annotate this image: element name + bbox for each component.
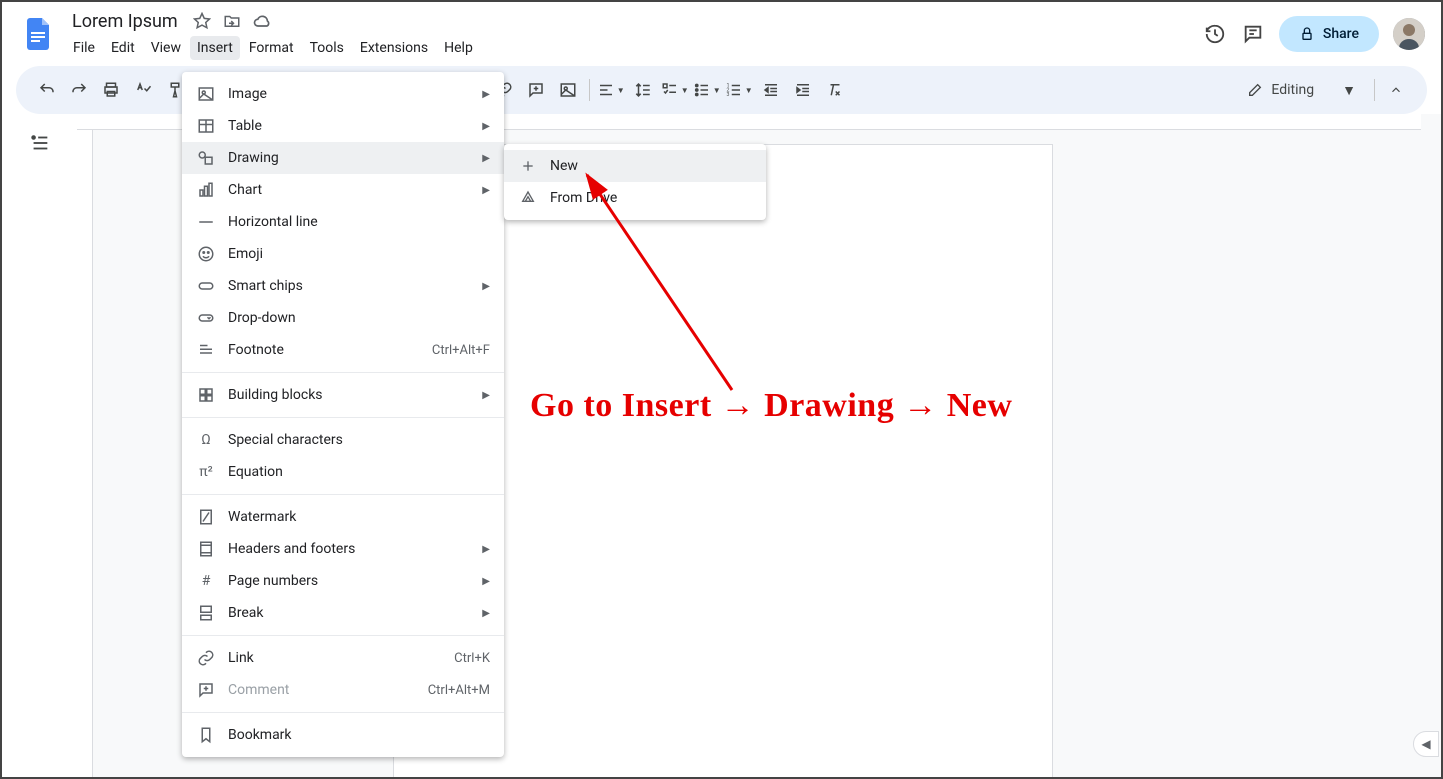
chevron-right-icon: ▶ (482, 89, 490, 100)
menu-insert[interactable]: Insert (190, 36, 240, 60)
checklist-icon[interactable]: ▼ (660, 75, 690, 105)
numbered-list-icon[interactable]: 123▼ (724, 75, 754, 105)
chart-icon (196, 180, 216, 200)
drawing-from-drive[interactable]: From Drive (504, 182, 766, 214)
avatar[interactable] (1393, 18, 1425, 50)
chevron-right-icon: ▶ (482, 185, 490, 196)
insert-dropdown: Image▶ Table▶ Drawing▶ Chart▶ Horizontal… (182, 72, 504, 757)
menu-help[interactable]: Help (437, 36, 480, 60)
chevron-right-icon: ▶ (482, 281, 490, 292)
bullet-list-icon[interactable]: ▼ (692, 75, 722, 105)
emoji-icon (196, 244, 216, 264)
pencil-icon (1247, 82, 1263, 98)
footnote-icon (196, 340, 216, 360)
insert-page-numbers[interactable]: #Page numbers▶ (182, 565, 504, 597)
insert-footnote[interactable]: FootnoteCtrl+Alt+F (182, 334, 504, 366)
undo-icon[interactable] (32, 75, 62, 105)
chevron-right-icon: ▶ (482, 390, 490, 401)
menu-edit[interactable]: Edit (104, 36, 142, 60)
side-panel-toggle[interactable]: ◀ (1413, 731, 1439, 757)
chevron-right-icon: ▶ (482, 576, 490, 587)
chevron-right-icon: ▶ (482, 121, 490, 132)
insert-comment: CommentCtrl+Alt+M (182, 674, 504, 706)
add-comment-icon[interactable] (521, 75, 551, 105)
lock-icon (1299, 26, 1315, 42)
omega-icon: Ω (196, 430, 216, 450)
cloud-icon[interactable] (252, 11, 272, 31)
break-icon (196, 603, 216, 623)
insert-smart-chips[interactable]: Smart chips▶ (182, 270, 504, 302)
pi-icon: π² (196, 462, 216, 482)
insert-building-blocks[interactable]: Building blocks▶ (182, 379, 504, 411)
clear-format-icon[interactable] (820, 75, 850, 105)
line-spacing-icon[interactable] (628, 75, 658, 105)
hash-icon: # (196, 571, 216, 591)
comments-icon[interactable] (1241, 22, 1265, 46)
insert-image-icon[interactable] (553, 75, 583, 105)
insert-dropdown-chip[interactable]: Drop-down (182, 302, 504, 334)
hline-icon (196, 212, 216, 232)
insert-hline[interactable]: Horizontal line (182, 206, 504, 238)
table-icon (196, 116, 216, 136)
spellcheck-icon[interactable] (128, 75, 158, 105)
blocks-icon (196, 385, 216, 405)
insert-emoji[interactable]: Emoji (182, 238, 504, 270)
align-icon[interactable]: ▼ (596, 75, 626, 105)
insert-headers-footers[interactable]: Headers and footers▶ (182, 533, 504, 565)
link-icon (196, 648, 216, 668)
plus-icon (518, 156, 538, 176)
share-button[interactable]: Share (1279, 16, 1379, 52)
outline-icon[interactable] (25, 128, 55, 158)
editing-mode-button[interactable]: Editing ▼ (1235, 76, 1368, 105)
insert-watermark[interactable]: Watermark (182, 501, 504, 533)
insert-bookmark[interactable]: Bookmark (182, 719, 504, 751)
menu-format[interactable]: Format (242, 36, 301, 60)
insert-break[interactable]: Break▶ (182, 597, 504, 629)
headers-icon (196, 539, 216, 559)
star-icon[interactable] (192, 11, 212, 31)
increase-indent-icon[interactable] (788, 75, 818, 105)
chip-icon (196, 276, 216, 296)
chevron-right-icon: ▶ (482, 153, 490, 164)
docs-logo[interactable] (18, 14, 58, 54)
insert-chart[interactable]: Chart▶ (182, 174, 504, 206)
history-icon[interactable] (1203, 22, 1227, 46)
drawing-icon (196, 148, 216, 168)
image-icon (196, 84, 216, 104)
drive-icon (518, 188, 538, 208)
chevron-down-icon: ▼ (1342, 82, 1356, 99)
decrease-indent-icon[interactable] (756, 75, 786, 105)
insert-link[interactable]: LinkCtrl+K (182, 642, 504, 674)
insert-image[interactable]: Image▶ (182, 78, 504, 110)
share-label: Share (1323, 26, 1359, 42)
dropdown-chip-icon (196, 308, 216, 328)
collapse-icon[interactable] (1381, 75, 1411, 105)
print-icon[interactable] (96, 75, 126, 105)
vertical-ruler[interactable] (77, 130, 93, 777)
redo-icon[interactable] (64, 75, 94, 105)
bookmark-icon (196, 725, 216, 745)
menu-file[interactable]: File (66, 36, 102, 60)
menu-tools[interactable]: Tools (303, 36, 351, 60)
doc-title[interactable]: Lorem Ipsum (66, 9, 184, 34)
svg-text:3: 3 (726, 92, 729, 98)
chevron-right-icon: ▶ (482, 544, 490, 555)
editing-label: Editing (1271, 82, 1314, 98)
drawing-new[interactable]: New (504, 150, 766, 182)
move-icon[interactable] (222, 11, 242, 31)
chevron-right-icon: ▶ (482, 608, 490, 619)
comment-icon (196, 680, 216, 700)
drawing-submenu: New From Drive (504, 144, 766, 220)
insert-drawing[interactable]: Drawing▶ (182, 142, 504, 174)
menu-extensions[interactable]: Extensions (353, 36, 435, 60)
insert-equation[interactable]: π²Equation (182, 456, 504, 488)
menu-view[interactable]: View (144, 36, 188, 60)
insert-special-chars[interactable]: ΩSpecial characters (182, 424, 504, 456)
watermark-icon (196, 507, 216, 527)
insert-table[interactable]: Table▶ (182, 110, 504, 142)
